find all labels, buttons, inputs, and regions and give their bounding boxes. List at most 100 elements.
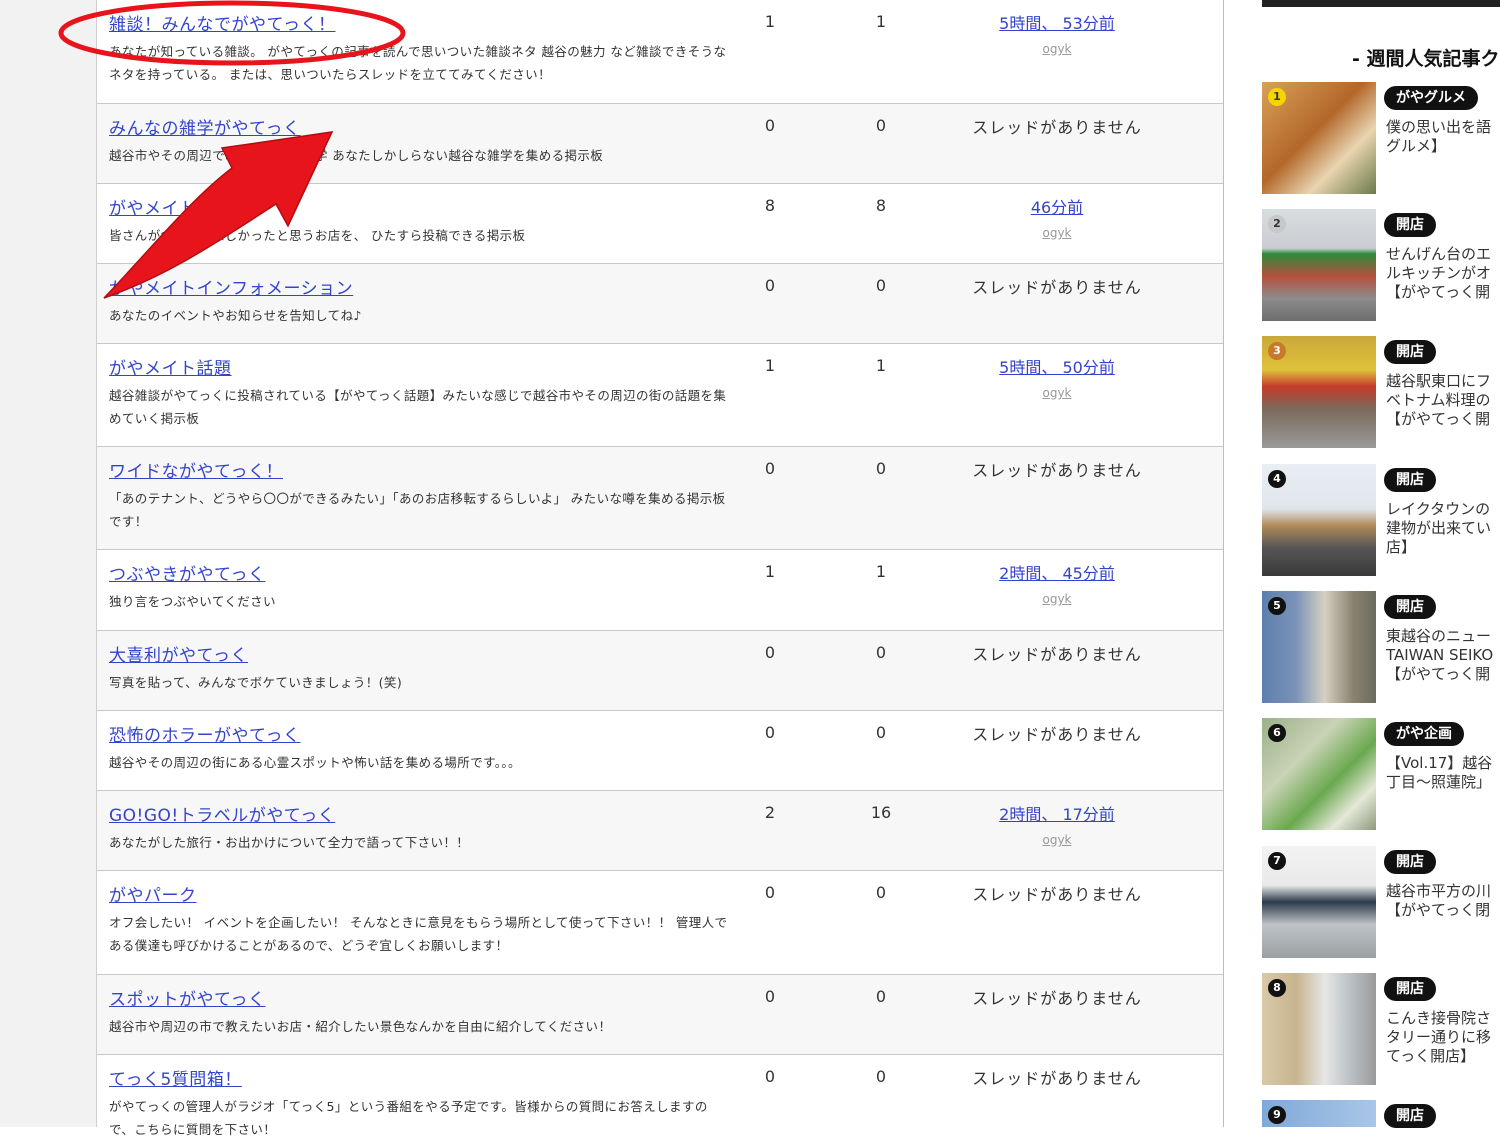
board-description: あなたがした旅行・お出かけについて全力で語って下さい！！ xyxy=(109,835,470,850)
board-row: 恐怖のホラーがやてっく 越谷やその周辺の街にある心霊スポットや怖い話を集める場所… xyxy=(97,711,1223,791)
board-title-link[interactable]: がやメイトインフォメーション xyxy=(109,274,353,299)
board-description: 越谷雑談がやてっくに投稿されている【がやてっく話題】みたいな感じで越谷市やその周… xyxy=(109,388,727,426)
last-post: スレッドがありません xyxy=(957,457,1157,481)
post-count: 0 xyxy=(875,987,887,1006)
board-title-link[interactable]: ワイドながやてっく！ xyxy=(109,457,283,482)
last-post-user-link[interactable]: ogyk xyxy=(957,226,1157,240)
last-post-time-link[interactable]: 46分前 xyxy=(957,194,1157,218)
post-count: 0 xyxy=(875,276,887,295)
category-pill[interactable]: 開店 xyxy=(1384,1104,1436,1128)
board-list: 雑談！みんなでがやてっく！ あなたが知っている雑談。 がやてっくの記事を読んで思… xyxy=(97,0,1224,1137)
article-title[interactable]: 【Vol.17】越谷 丁目～照蓮院」 xyxy=(1386,754,1500,814)
ranking-item[interactable]: 7 開店 越谷市平方の川 【がやてっく閉 xyxy=(1262,846,1500,962)
ranking-item[interactable]: 1 がやグルメ 僕の思い出を語 グルメ】 xyxy=(1262,82,1500,198)
board-row: 大喜利がやてっく 写真を貼って、みんなでボケていきましょう！(笑) 0 0 スレ… xyxy=(97,631,1223,711)
board-title-link[interactable]: 恐怖のホラーがやてっく xyxy=(109,721,300,746)
last-post: 5時間、 50分前 ogyk xyxy=(957,354,1157,400)
board-title-link[interactable]: つぶやきがやてっく xyxy=(109,560,265,585)
sidebar-top-bar xyxy=(1262,0,1500,7)
board-title-link[interactable]: がやメイトグルメ xyxy=(109,194,249,219)
thread-count: 0 xyxy=(764,1067,776,1086)
board-row: つぶやきがやてっく 独り言をつぶやいてください 1 1 2時間、 45分前 og… xyxy=(97,550,1223,631)
board-description: オフ会したい！ イベントを企画したい！ そんなときに意見をもらう場所として使って… xyxy=(109,915,728,953)
board-row: ワイドながやてっく！ 「あのテナント、どうやら〇〇ができるみたい」「あのお店移転… xyxy=(97,447,1223,550)
ranking-item[interactable]: 3 開店 越谷駅東口にフ ベトナム料理の 【がやてっく開 xyxy=(1262,336,1500,452)
rank-badge: 6 xyxy=(1268,724,1286,742)
last-post: スレッドがありません xyxy=(957,985,1157,1009)
board-title-link[interactable]: 大喜利がやてっく xyxy=(109,641,248,666)
last-post-user-link[interactable]: ogyk xyxy=(957,386,1157,400)
post-count: 1 xyxy=(875,562,887,581)
no-thread-text: スレッドがありません xyxy=(972,1069,1142,1088)
board-title-link[interactable]: てっく5質問箱！ xyxy=(109,1065,242,1090)
board-row: がやメイト話題 越谷雑談がやてっくに投稿されている【がやてっく話題】みたいな感じ… xyxy=(97,344,1223,447)
post-count: 0 xyxy=(875,116,887,135)
board-description: 「あのテナント、どうやら〇〇ができるみたい」「あのお店移転するらしいよ」 みたい… xyxy=(109,491,726,529)
post-count: 0 xyxy=(875,643,887,662)
rank-badge: 5 xyxy=(1268,597,1286,615)
article-title[interactable]: 越谷市平方の川 【がやてっく閉 xyxy=(1386,882,1500,942)
thread-count: 0 xyxy=(764,459,776,478)
post-count: 0 xyxy=(875,723,887,742)
last-post: スレッドがありません xyxy=(957,114,1157,138)
board-row: がやメイトインフォメーション あなたのイベントやお知らせを告知してね♪ 0 0 … xyxy=(97,264,1223,344)
category-pill[interactable]: 開店 xyxy=(1384,213,1436,237)
last-post: スレッドがありません xyxy=(957,721,1157,745)
last-post-user-link[interactable]: ogyk xyxy=(957,592,1157,606)
last-post-time-link[interactable]: 2時間、 45分前 xyxy=(957,560,1157,584)
board-title-link[interactable]: がやパーク xyxy=(109,881,197,906)
board-description: 越谷市や周辺の市で教えたいお店・紹介したい景色なんかを自由に紹介してください！ xyxy=(109,1019,612,1034)
ranking-item[interactable]: 4 開店 レイクタウンの 建物が出来てい 店】 xyxy=(1262,464,1500,580)
article-title[interactable]: レイクタウンの 建物が出来てい 店】 xyxy=(1386,500,1500,560)
board-row: がやパーク オフ会したい！ イベントを企画したい！ そんなときに意見をもらう場所… xyxy=(97,871,1223,975)
board-description: がやてっくの管理人がラジオ「てっく5」という番組をやる予定です。皆様からの質問に… xyxy=(109,1099,708,1137)
board-title-link[interactable]: 雑談！みんなでがやてっく！ xyxy=(109,10,335,35)
article-title[interactable]: こんき接骨院さ タリー通りに移 てっく開店】 xyxy=(1386,1009,1500,1069)
ranking-item[interactable]: 8 開店 こんき接骨院さ タリー通りに移 てっく開店】 xyxy=(1262,973,1500,1089)
last-post-time-link[interactable]: 5時間、 50分前 xyxy=(957,354,1157,378)
thread-count: 2 xyxy=(764,803,776,822)
ranking-item[interactable]: 5 開店 東越谷のニュー TAIWAN SEIKO 【がやてっく開 xyxy=(1262,591,1500,707)
thread-count: 0 xyxy=(764,276,776,295)
ranking-item[interactable]: 6 がや企画 【Vol.17】越谷 丁目～照蓮院」 xyxy=(1262,718,1500,834)
no-thread-text: スレッドがありません xyxy=(972,989,1142,1008)
ranking-item[interactable]: 2 開店 せんげん台のエ ルキッチンがオ 【がやてっく開 xyxy=(1262,209,1500,325)
board-title-link[interactable]: GO!GO!トラベルがやてっく xyxy=(109,801,335,826)
sidebar-heading: - 週間人気記事ク xyxy=(1352,48,1500,70)
ranking-item[interactable]: 9 開店 xyxy=(1262,1100,1500,1128)
last-post-user-link[interactable]: ogyk xyxy=(957,833,1157,847)
category-pill[interactable]: 開店 xyxy=(1384,850,1436,874)
category-pill[interactable]: 開店 xyxy=(1384,340,1436,364)
article-title[interactable]: せんげん台のエ ルキッチンがオ 【がやてっく開 xyxy=(1386,245,1500,305)
board-row: GO!GO!トラベルがやてっく あなたがした旅行・お出かけについて全力で語って下… xyxy=(97,791,1223,871)
article-title[interactable]: 越谷駅東口にフ ベトナム料理の 【がやてっく開 xyxy=(1386,372,1500,432)
board-description: 写真を貼って、みんなでボケていきましょう！(笑) xyxy=(109,675,403,690)
rank-badge: 2 xyxy=(1268,215,1286,233)
category-pill[interactable]: 開店 xyxy=(1384,977,1436,1001)
post-count: 0 xyxy=(875,883,887,902)
post-count: 0 xyxy=(875,1067,887,1086)
post-count: 8 xyxy=(875,196,887,215)
last-post-time-link[interactable]: 2時間、 17分前 xyxy=(957,801,1157,825)
board-description: 独り言をつぶやいてください xyxy=(109,594,276,609)
last-post-user-link[interactable]: ogyk xyxy=(957,42,1157,56)
last-post: スレッドがありません xyxy=(957,274,1157,298)
board-title-link[interactable]: がやメイト話題 xyxy=(109,354,232,379)
board-row: スポットがやてっく 越谷市や周辺の市で教えたいお店・紹介したい景色なんかを自由に… xyxy=(97,975,1223,1055)
board-description: 皆さんが食べて美味しかったと思うお店を、 ひたすら投稿できる掲示板 xyxy=(109,228,526,243)
category-pill[interactable]: がやグルメ xyxy=(1384,86,1478,110)
board-title-link[interactable]: スポットがやてっく xyxy=(109,985,265,1010)
board-title-link[interactable]: みんなの雑学がやてっく xyxy=(109,114,300,139)
thread-count: 8 xyxy=(764,196,776,215)
article-title[interactable]: 僕の思い出を語 グルメ】 xyxy=(1386,118,1500,178)
category-pill[interactable]: がや企画 xyxy=(1384,722,1464,746)
category-pill[interactable]: 開店 xyxy=(1384,468,1436,492)
category-pill[interactable]: 開店 xyxy=(1384,595,1436,619)
thread-count: 0 xyxy=(764,723,776,742)
post-count: 1 xyxy=(875,12,887,31)
no-thread-text: スレッドがありません xyxy=(972,118,1142,137)
no-thread-text: スレッドがありません xyxy=(972,725,1142,744)
article-title[interactable]: 東越谷のニュー TAIWAN SEIKO 【がやてっく開 xyxy=(1386,627,1500,687)
last-post: 2時間、 17分前 ogyk xyxy=(957,801,1157,847)
last-post-time-link[interactable]: 5時間、 53分前 xyxy=(957,10,1157,34)
